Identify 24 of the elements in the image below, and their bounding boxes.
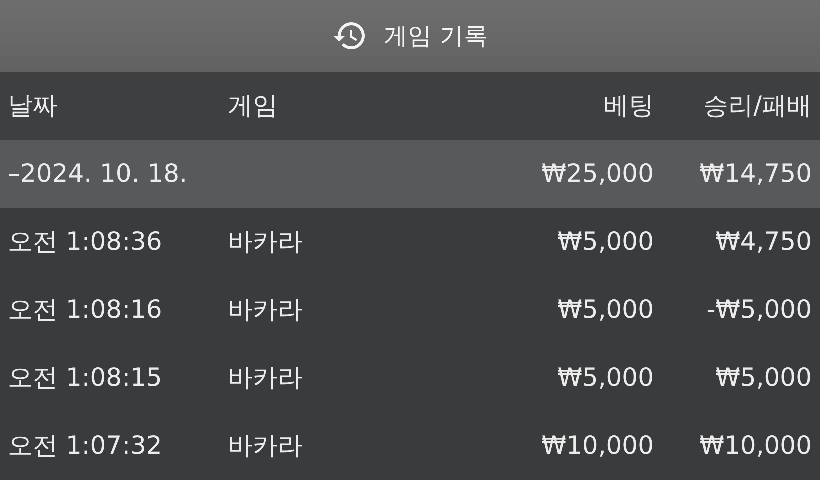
game-cell: 바카라 (228, 295, 303, 324)
result-cell: ₩5,000 (716, 363, 812, 392)
column-header: 베팅 (604, 91, 654, 120)
column-header: 승리/패배 (704, 91, 812, 120)
dialog-title: 게임 기록 (384, 21, 488, 52)
bet-cell: ₩5,000 (558, 295, 654, 324)
game-cell: 바카라 (228, 363, 303, 392)
column-header: 게임 (228, 91, 278, 120)
result-cell: ₩4,750 (716, 227, 812, 256)
time-cell: 오전 1:07:32 (8, 431, 162, 460)
bet-total: ₩25,000 (542, 159, 654, 188)
game-cell: 바카라 (228, 431, 303, 460)
bet-cell: ₩5,000 (558, 363, 654, 392)
date-group: –2024. 10. 18. (8, 159, 188, 188)
time-cell: 오전 1:08:16 (8, 295, 162, 324)
bet-cell: ₩10,000 (542, 431, 654, 460)
result-cell: ₩10,000 (700, 431, 812, 460)
bet-cell: ₩5,000 (558, 227, 654, 256)
game-cell: 바카라 (228, 227, 303, 256)
result-cell: -₩5,000 (706, 295, 812, 324)
time-cell: 오전 1:08:36 (8, 227, 162, 256)
time-cell: 오전 1:08:15 (8, 363, 162, 392)
result-total: ₩14,750 (700, 159, 812, 188)
column-header: 날짜 (8, 91, 58, 120)
